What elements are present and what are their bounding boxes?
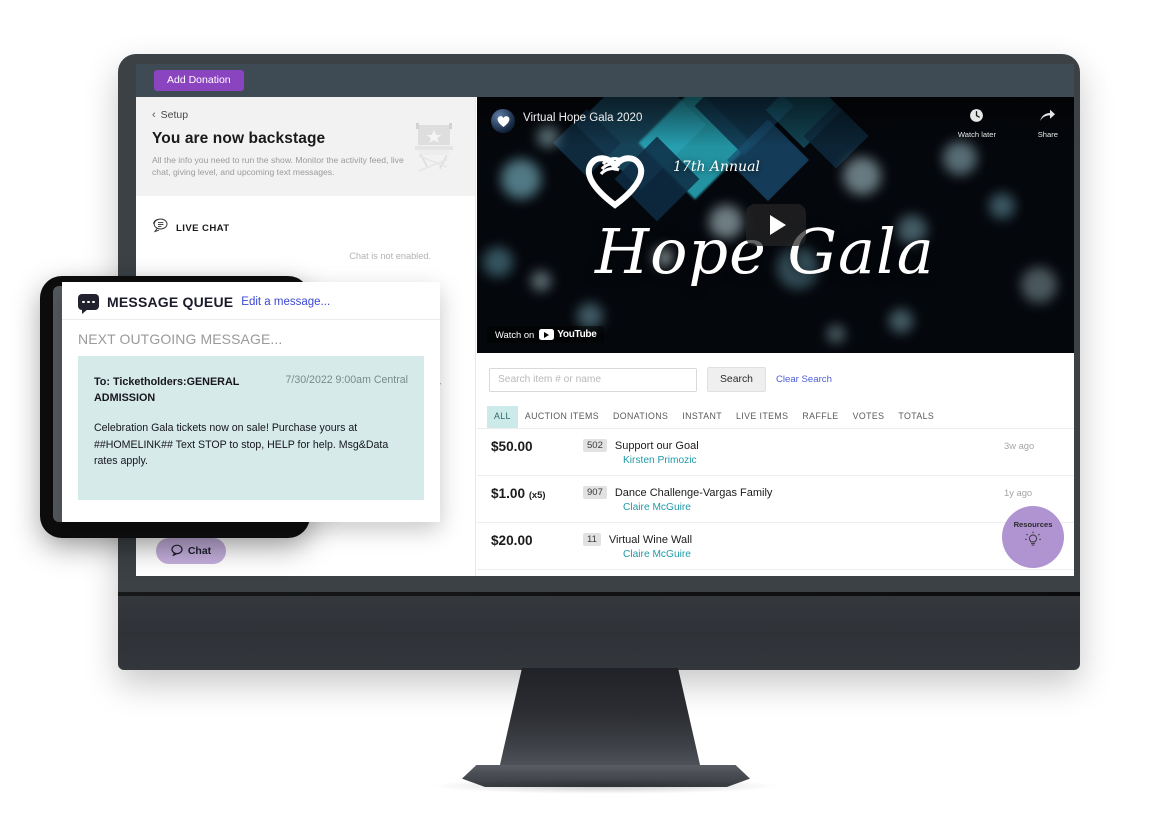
share-arrow-icon: [1040, 109, 1056, 121]
row-item-name: Virtual Wine Wall: [608, 533, 693, 546]
clock-icon: [970, 109, 984, 122]
row-item-number: 502: [583, 439, 607, 452]
tab-votes[interactable]: VOTES: [846, 406, 892, 428]
message-meta-row: To: Ticketholders:GENERAL ADMISSION 7/30…: [94, 374, 408, 406]
lightbulb-icon: [1024, 531, 1042, 554]
video-channel-title: Virtual Hope Gala 2020: [523, 112, 643, 124]
next-outgoing-label: NEXT OUTGOING MESSAGE...: [78, 331, 283, 347]
monitor-stand-neck: [500, 668, 700, 772]
backstage-right-panel: 17th Annual Hope Gala Virtual Hope Gala …: [477, 97, 1074, 576]
table-row[interactable]: $1.00 (x5) 907 Dance Challenge-Vargas Fa…: [477, 476, 1074, 523]
row-amount-value: $1.00: [491, 486, 526, 501]
row-donor-link[interactable]: Kirsten Primozic: [623, 455, 1004, 466]
channel-avatar[interactable]: [491, 109, 515, 133]
tab-raffle[interactable]: RAFFLE: [795, 406, 845, 428]
clear-search-link[interactable]: Clear Search: [776, 374, 832, 385]
message-queue-title: MESSAGE QUEUE: [107, 294, 234, 310]
edit-message-link[interactable]: Edit a message...: [241, 296, 330, 308]
live-chat-header: LIVE CHAT: [152, 218, 459, 239]
row-item-number: 907: [583, 486, 607, 499]
tab-donations[interactable]: DONATIONS: [606, 406, 675, 428]
row-amount: $50.00: [491, 439, 583, 454]
director-chair-icon: [407, 121, 461, 178]
chevron-left-icon: ‹: [152, 109, 156, 121]
tab-live-items[interactable]: LIVE ITEMS: [729, 406, 795, 428]
message-to-label: To:: [94, 376, 110, 388]
live-chat-section: LIVE CHAT Chat is not enabled.: [136, 196, 475, 261]
message-bubble-icon: [78, 294, 99, 314]
row-amount-value: $50.00: [491, 439, 533, 454]
tab-all[interactable]: ALL: [487, 406, 518, 428]
youtube-play-icon: [539, 329, 555, 340]
play-triangle-icon: [769, 215, 786, 235]
youtube-logo: YouTube: [539, 329, 597, 340]
setup-link-label: Setup: [160, 109, 189, 121]
setup-back-link[interactable]: ‹ Setup: [152, 109, 459, 121]
tab-totals[interactable]: TOTALS: [891, 406, 941, 428]
row-details: 907 Dance Challenge-Vargas Family Claire…: [583, 486, 1004, 513]
message-recipient-value: Ticketholders:GENERAL ADMISSION: [94, 376, 240, 405]
row-item-name: Dance Challenge-Vargas Family: [614, 486, 773, 499]
row-item-line: 502 Support our Goal: [583, 439, 1004, 452]
row-item-number: 11: [583, 533, 601, 546]
app-toolbar: Add Donation: [136, 64, 1074, 97]
message-queue-popout: MESSAGE QUEUE Edit a message... NEXT OUT…: [40, 276, 440, 538]
page-subtitle: All the info you need to run the show. M…: [152, 155, 404, 178]
chat-bubble-icon: [171, 544, 183, 559]
message-queue-header: MESSAGE QUEUE Edit a message...: [62, 282, 440, 320]
table-row[interactable]: $50.00 502 Support our Goal Kirsten Prim…: [477, 429, 1074, 476]
share-label: Share: [1037, 130, 1058, 139]
resources-button[interactable]: Resources: [1002, 506, 1064, 568]
message-queue-card: MESSAGE QUEUE Edit a message... NEXT OUT…: [62, 282, 440, 522]
backstage-hero: ‹ Setup You are now backstage All the in…: [136, 97, 475, 196]
message-timestamp: 7/30/2022 9:00am Central: [285, 374, 408, 386]
message-recipient: To: Ticketholders:GENERAL ADMISSION: [94, 374, 284, 406]
message-body: Celebration Gala tickets now on sale! Pu…: [94, 422, 389, 468]
monitor-stand-shadow: [430, 778, 780, 794]
table-row[interactable]: $20.00 11 Virtual Wine Wall Claire McGui…: [477, 523, 1074, 570]
row-donor-link[interactable]: Claire McGuire: [623, 502, 1004, 513]
play-button[interactable]: [745, 204, 806, 246]
row-item-name: Support our Goal: [614, 439, 699, 452]
watch-on-label: Watch on: [495, 329, 535, 340]
video-player[interactable]: 17th Annual Hope Gala Virtual Hope Gala …: [477, 97, 1074, 353]
chat-bubbles-icon: [152, 218, 169, 239]
row-donor-link[interactable]: Claire McGuire: [623, 549, 1004, 560]
screenshot-root: Add Donation ‹ Setup You are now backsta…: [0, 0, 1150, 834]
search-row: Search Clear Search: [477, 353, 1074, 402]
watch-on-youtube-button[interactable]: Watch on YouTube: [487, 326, 605, 343]
row-details: 502 Support our Goal Kirsten Primozic: [583, 439, 1004, 466]
row-timestamp: 1y ago: [1004, 487, 1033, 498]
row-item-line: 907 Dance Challenge-Vargas Family: [583, 486, 1004, 499]
tab-instant[interactable]: INSTANT: [675, 406, 729, 428]
chat-status-text: Chat is not enabled.: [349, 251, 431, 261]
category-tabs: ALL AUCTION ITEMS DONATIONS INSTANT LIVE…: [477, 402, 1074, 429]
add-donation-button[interactable]: Add Donation: [154, 70, 244, 91]
watch-later-button[interactable]: Watch later: [958, 108, 996, 139]
row-details: 11 Virtual Wine Wall Claire McGuire: [583, 533, 1004, 560]
youtube-wordmark: YouTube: [557, 329, 597, 340]
share-button[interactable]: Share: [1038, 108, 1058, 139]
monitor-chin: [118, 592, 1080, 670]
row-amount: $20.00: [491, 533, 583, 548]
live-chat-label: LIVE CHAT: [176, 223, 230, 234]
watch-later-label: Watch later: [957, 130, 996, 139]
row-item-line: 11 Virtual Wine Wall: [583, 533, 1004, 546]
next-message-bubble: To: Ticketholders:GENERAL ADMISSION 7/30…: [78, 356, 424, 500]
tab-auction-items[interactable]: AUCTION ITEMS: [518, 406, 606, 428]
monitor-chin-highlight: [118, 592, 1080, 596]
chat-button-label: Chat: [187, 545, 212, 557]
chat-button[interactable]: Chat: [156, 538, 226, 564]
row-amount-multiplier: (x5): [528, 489, 546, 500]
resources-label: Resources: [1013, 520, 1053, 529]
search-input[interactable]: [489, 367, 697, 392]
row-amount: $1.00 (x5): [491, 486, 583, 501]
row-amount-value: $20.00: [491, 533, 533, 548]
row-timestamp: 3w ago: [1004, 440, 1035, 451]
activity-feed: $50.00 502 Support our Goal Kirsten Prim…: [477, 429, 1074, 570]
search-button[interactable]: Search: [707, 367, 766, 392]
